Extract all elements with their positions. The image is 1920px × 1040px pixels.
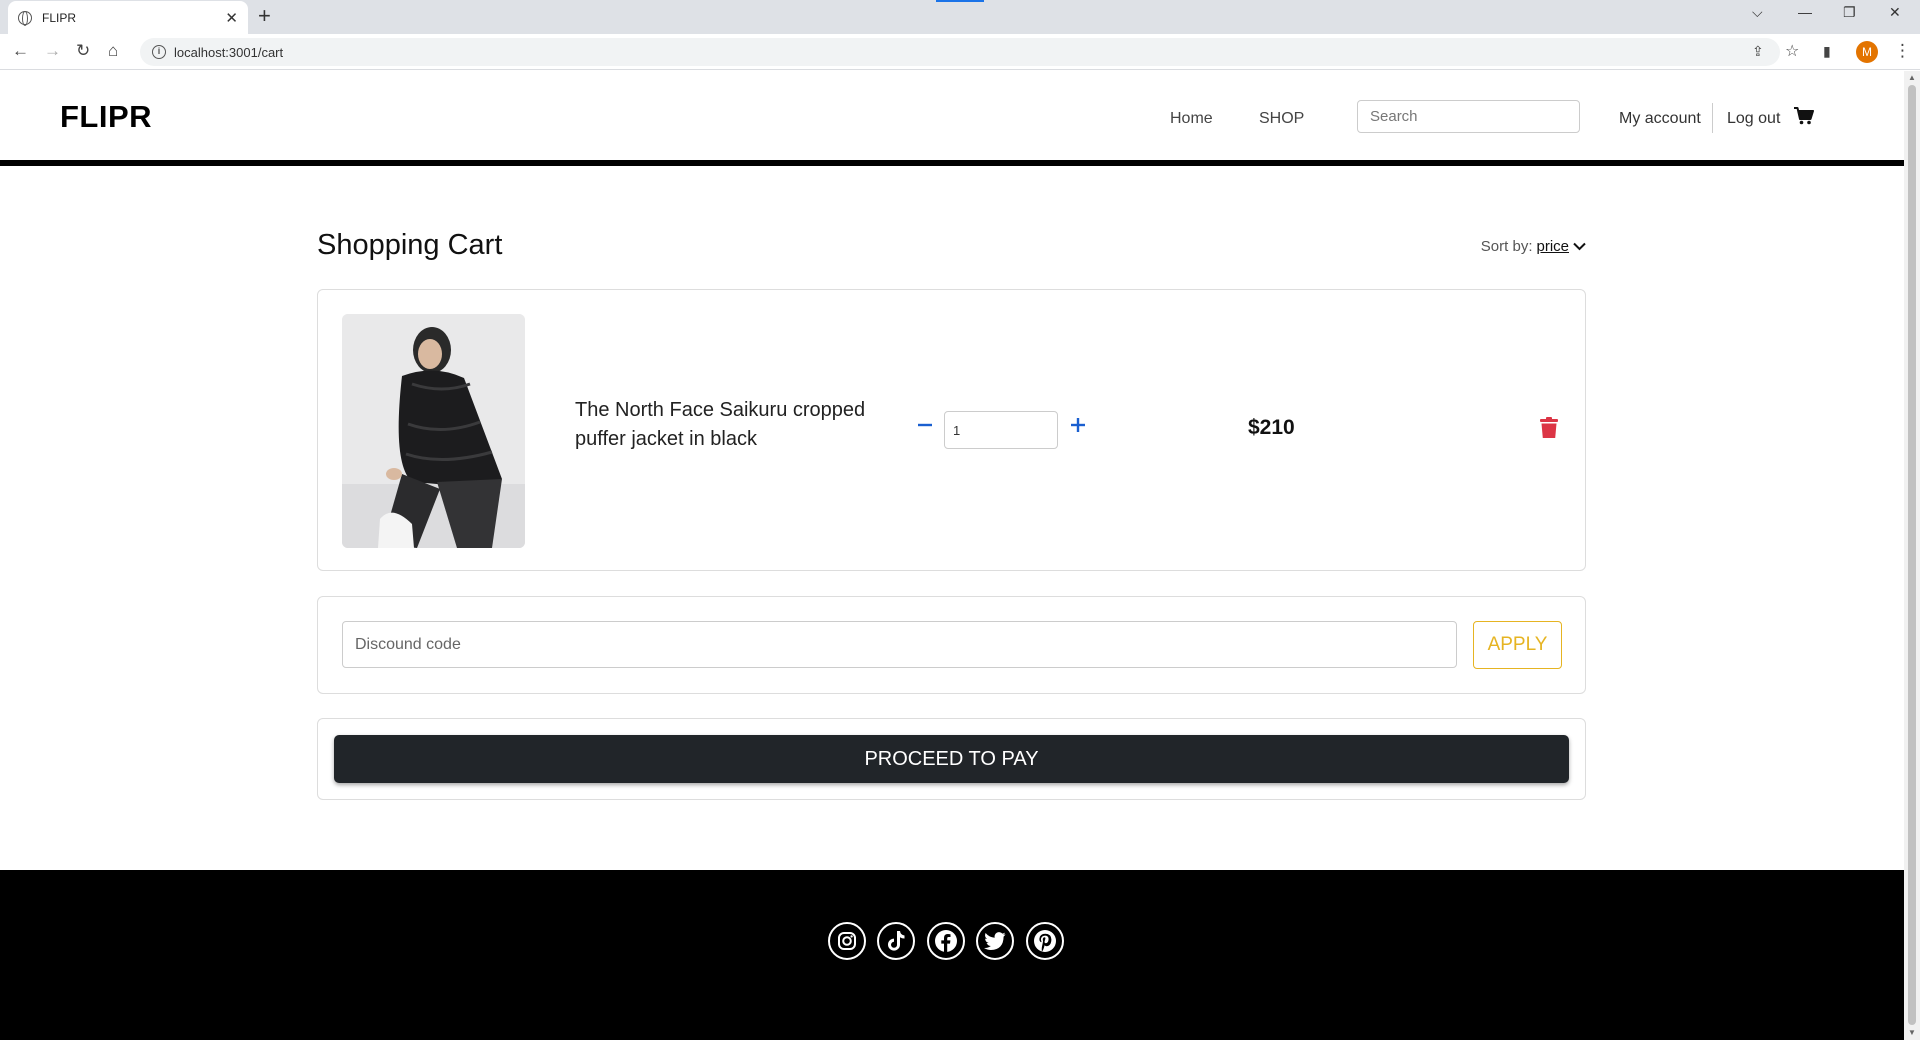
cart-item: The North Face Saikuru cropped puffer ja… — [317, 289, 1586, 571]
scroll-up-arrow-icon[interactable]: ▲ — [1908, 73, 1916, 82]
product-photo-illustration — [342, 314, 525, 548]
reload-icon[interactable]: ↻ — [76, 41, 90, 61]
profile-avatar[interactable]: M — [1856, 41, 1878, 63]
sort-value[interactable]: price — [1536, 238, 1569, 255]
minimize-icon[interactable]: — — [1798, 4, 1812, 20]
chevron-down-icon[interactable] — [1573, 242, 1586, 251]
browser-tabstrip: FLIPR ✕ + ⌵ — ❐ ✕ — [0, 0, 1920, 34]
product-name[interactable]: The North Face Saikuru cropped puffer ja… — [575, 396, 875, 454]
tab-search-icon[interactable]: ⌵ — [1752, 4, 1763, 21]
tab-close-icon[interactable]: ✕ — [225, 9, 238, 27]
product-image[interactable] — [342, 314, 525, 548]
minus-icon — [918, 423, 932, 427]
item-price: $210 — [1248, 416, 1295, 439]
bookmark-star-icon[interactable]: ☆ — [1785, 41, 1799, 61]
discount-card: APPLY — [317, 596, 1586, 694]
increase-quantity-button[interactable] — [1071, 408, 1085, 438]
scrollbar-thumb[interactable] — [1908, 85, 1916, 1025]
nav-home-link[interactable]: Home — [1170, 110, 1213, 128]
pinterest-icon[interactable] — [1026, 922, 1064, 960]
back-icon[interactable]: ← — [12, 41, 29, 61]
site-footer — [0, 870, 1904, 1040]
page-title: Shopping Cart — [317, 229, 503, 261]
side-panel-icon[interactable]: ▮ — [1823, 43, 1831, 60]
log-out-link[interactable]: Log out — [1727, 110, 1780, 128]
address-bar[interactable]: i localhost:3001/cart — [140, 38, 1780, 66]
facebook-icon[interactable] — [927, 922, 965, 960]
home-icon[interactable]: ⌂ — [108, 41, 118, 61]
cart-icon[interactable] — [1794, 107, 1814, 125]
pay-card: PROCEED TO PAY — [317, 718, 1586, 800]
tiktok-icon[interactable] — [877, 922, 915, 960]
page-viewport: FLIPR Home SHOP My account Log out Shopp… — [0, 71, 1904, 1040]
search-input[interactable] — [1370, 108, 1569, 125]
proceed-to-pay-button[interactable]: PROCEED TO PAY — [334, 735, 1569, 783]
quantity-input[interactable] — [944, 411, 1058, 449]
nav-shop-link[interactable]: SHOP — [1259, 110, 1304, 128]
sort-control[interactable]: Sort by: price — [1481, 238, 1586, 255]
browser-menu-icon[interactable]: ⋮ — [1894, 41, 1911, 61]
search-box — [1357, 100, 1580, 133]
browser-toolbar: ← → ↻ ⌂ i localhost:3001/cart ⇪ ☆ ▮ M ⋮ — [0, 34, 1920, 70]
apply-discount-button[interactable]: APPLY — [1473, 621, 1562, 669]
instagram-icon[interactable] — [828, 922, 866, 960]
globe-icon — [18, 10, 32, 26]
site-navbar: FLIPR Home SHOP My account Log out — [0, 71, 1904, 166]
tabstrip-marker — [936, 0, 984, 2]
new-tab-button[interactable]: + — [258, 3, 271, 29]
plus-icon — [1071, 418, 1085, 432]
window-close-icon[interactable]: ✕ — [1889, 4, 1901, 21]
site-logo[interactable]: FLIPR — [60, 99, 152, 135]
browser-tab[interactable]: FLIPR ✕ — [8, 1, 248, 34]
forward-icon[interactable]: → — [44, 41, 61, 61]
nav-divider — [1712, 103, 1713, 133]
page-scrollbar[interactable]: ▲ ▼ — [1904, 71, 1920, 1040]
sort-label: Sort by: — [1480, 238, 1533, 255]
site-info-icon[interactable]: i — [152, 45, 166, 59]
restore-icon[interactable]: ❐ — [1843, 4, 1856, 21]
trash-icon[interactable] — [1540, 417, 1558, 439]
my-account-link[interactable]: My account — [1619, 110, 1701, 128]
tab-title: FLIPR — [42, 10, 77, 25]
scroll-down-arrow-icon[interactable]: ▼ — [1908, 1028, 1916, 1037]
decrease-quantity-button[interactable] — [918, 408, 932, 438]
share-icon[interactable]: ⇪ — [1752, 43, 1764, 60]
twitter-icon[interactable] — [976, 922, 1014, 960]
url-text: localhost:3001/cart — [174, 44, 284, 60]
discount-code-input[interactable] — [342, 621, 1457, 668]
